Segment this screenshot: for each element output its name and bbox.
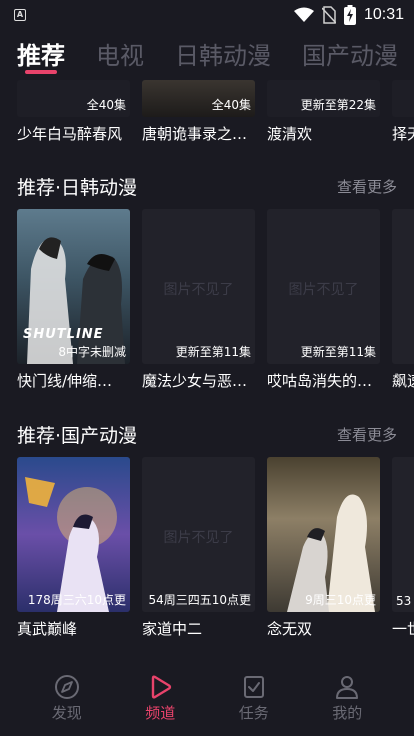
video-title: 飙速 [392, 372, 414, 390]
compass-icon [54, 674, 79, 699]
video-thumbnail [392, 80, 414, 117]
tab-jp-kr-anime[interactable]: 日韩动漫 [175, 30, 271, 71]
tab-label: 推荐 [17, 42, 65, 70]
status-bar: A 10:31 [0, 0, 414, 30]
video-title: 魔法少女与恶… [142, 372, 248, 390]
video-thumbnail [392, 209, 414, 364]
no-sim-icon [321, 6, 336, 24]
image-missing-text: 图片不见了 [163, 282, 234, 298]
battery-charging-icon [343, 5, 356, 25]
video-title: 家道中二 [142, 620, 203, 638]
nav-discover[interactable]: 发现 [37, 674, 97, 723]
app-notification-icon: A [14, 9, 26, 21]
tab-cn-anime[interactable]: 国产动漫 [302, 30, 398, 71]
video-thumbnail: 更新至第22集 [267, 80, 380, 117]
clock: 10:31 [363, 6, 404, 23]
play-icon [152, 674, 172, 699]
video-thumbnail: 53 [392, 457, 414, 612]
episode-badge: 54周三四五10点更 [148, 593, 251, 607]
nav-tasks[interactable]: 任务 [224, 674, 284, 723]
video-title: 一世 [392, 620, 414, 638]
nav-channel[interactable]: 频道 [130, 674, 190, 723]
video-card[interactable]: 飙速 [392, 209, 414, 391]
tab-label: 日韩动漫 [175, 42, 271, 70]
nav-label: 发现 [51, 703, 82, 722]
video-title: 哎咕岛消失的… [267, 372, 373, 390]
episode-badge: 全40集 [211, 98, 251, 112]
video-card[interactable]: 图片不见了 更新至第11集 魔法少女与恶… [142, 209, 255, 391]
wifi-icon [293, 7, 314, 22]
tab-recommend[interactable]: 推荐 [17, 30, 65, 74]
nav-profile[interactable]: 我的 [317, 674, 377, 723]
episode-badge: 9周三10点更 [305, 593, 376, 607]
tab-label: 国产动漫 [302, 42, 398, 70]
episode-badge: 8中字未删减 [58, 345, 126, 359]
video-thumbnail: 178周三六10点更 [17, 457, 130, 612]
nav-label: 频道 [145, 703, 176, 722]
video-title: 少年白马醉春风 [17, 125, 123, 143]
video-card[interactable]: 53 一世 [392, 457, 414, 639]
video-card[interactable]: SHUTLINE 8中字未删减 快门线/伸缩… [17, 209, 130, 391]
video-title: 快门线/伸缩… [17, 372, 113, 390]
cn-anime-row: 178周三六10点更 真武巅峰 图片不见了 54周三四五10点更 家道中二 9周… [17, 457, 414, 639]
tab-tv[interactable]: 电视 [96, 30, 144, 71]
video-card[interactable]: 图片不见了 更新至第11集 哎咕岛消失的… [267, 209, 380, 391]
episode-badge: 53 [396, 594, 412, 608]
active-tab-indicator [25, 70, 57, 74]
tab-label: 电视 [96, 42, 144, 70]
see-more-link[interactable]: 查看更多 [337, 176, 397, 197]
user-icon [336, 675, 359, 699]
section-title: 推荐·日韩动漫 [17, 177, 138, 199]
episode-badge: 全40集 [86, 98, 126, 112]
see-more-link[interactable]: 查看更多 [337, 424, 397, 445]
episode-badge: 更新至第11集 [175, 345, 251, 359]
jp-anime-row: SHUTLINE 8中字未删减 快门线/伸缩… 图片不见了 更新至第11集 魔法… [17, 209, 414, 391]
image-missing-text: 图片不见了 [288, 282, 359, 298]
cover-art [287, 494, 375, 612]
video-card[interactable]: 178周三六10点更 真武巅峰 [17, 457, 130, 639]
video-thumbnail: 全40集 [142, 80, 255, 117]
video-thumbnail: 图片不见了 更新至第11集 [267, 209, 380, 364]
bottom-navigation: 发现 频道 任务 我的 [0, 660, 414, 736]
section-header: 推荐·日韩动漫 查看更多 [17, 173, 397, 200]
video-title: 渡清欢 [267, 125, 313, 143]
top-row: 全40集 少年白马醉春风 全40集 唐朝诡事录之… 更新至第22集 渡清欢 择天 [17, 80, 414, 144]
status-icons: 10:31 [293, 5, 404, 25]
video-title: 真武巅峰 [17, 620, 78, 638]
video-card[interactable]: 更新至第22集 渡清欢 [267, 80, 380, 144]
cover-logo-text: SHUTLINE [23, 327, 104, 342]
video-thumbnail: 图片不见了 54周三四五10点更 [142, 457, 255, 612]
content-scroll[interactable]: 全40集 少年白马醉春风 全40集 唐朝诡事录之… 更新至第22集 渡清欢 择天… [0, 80, 414, 660]
task-icon [243, 675, 264, 698]
video-title: 念无双 [267, 620, 313, 638]
video-thumbnail: 9周三10点更 [267, 457, 380, 612]
video-card[interactable]: 图片不见了 54周三四五10点更 家道中二 [142, 457, 255, 639]
episode-badge: 178周三六10点更 [27, 593, 126, 607]
nav-label: 任务 [238, 703, 269, 722]
video-thumbnail: 图片不见了 更新至第11集 [142, 209, 255, 364]
video-card[interactable]: 9周三10点更 念无双 [267, 457, 380, 639]
video-card[interactable]: 全40集 唐朝诡事录之… [142, 80, 255, 144]
video-thumbnail: 全40集 [17, 80, 130, 117]
video-card[interactable]: 全40集 少年白马醉春风 [17, 80, 130, 144]
episode-badge: 更新至第22集 [300, 98, 376, 112]
category-tabs: 推荐 电视 日韩动漫 国产动漫 [0, 30, 414, 80]
video-title: 择天 [392, 125, 414, 143]
section-title: 推荐·国产动漫 [17, 425, 138, 447]
image-missing-text: 图片不见了 [163, 530, 234, 546]
nav-label: 我的 [332, 703, 363, 722]
video-title: 唐朝诡事录之… [142, 125, 248, 143]
video-card[interactable]: 择天 [392, 80, 414, 144]
cover-art [25, 477, 117, 612]
section-header: 推荐·国产动漫 查看更多 [17, 421, 397, 448]
video-thumbnail: SHUTLINE 8中字未删减 [17, 209, 130, 364]
episode-badge: 更新至第11集 [300, 345, 376, 359]
